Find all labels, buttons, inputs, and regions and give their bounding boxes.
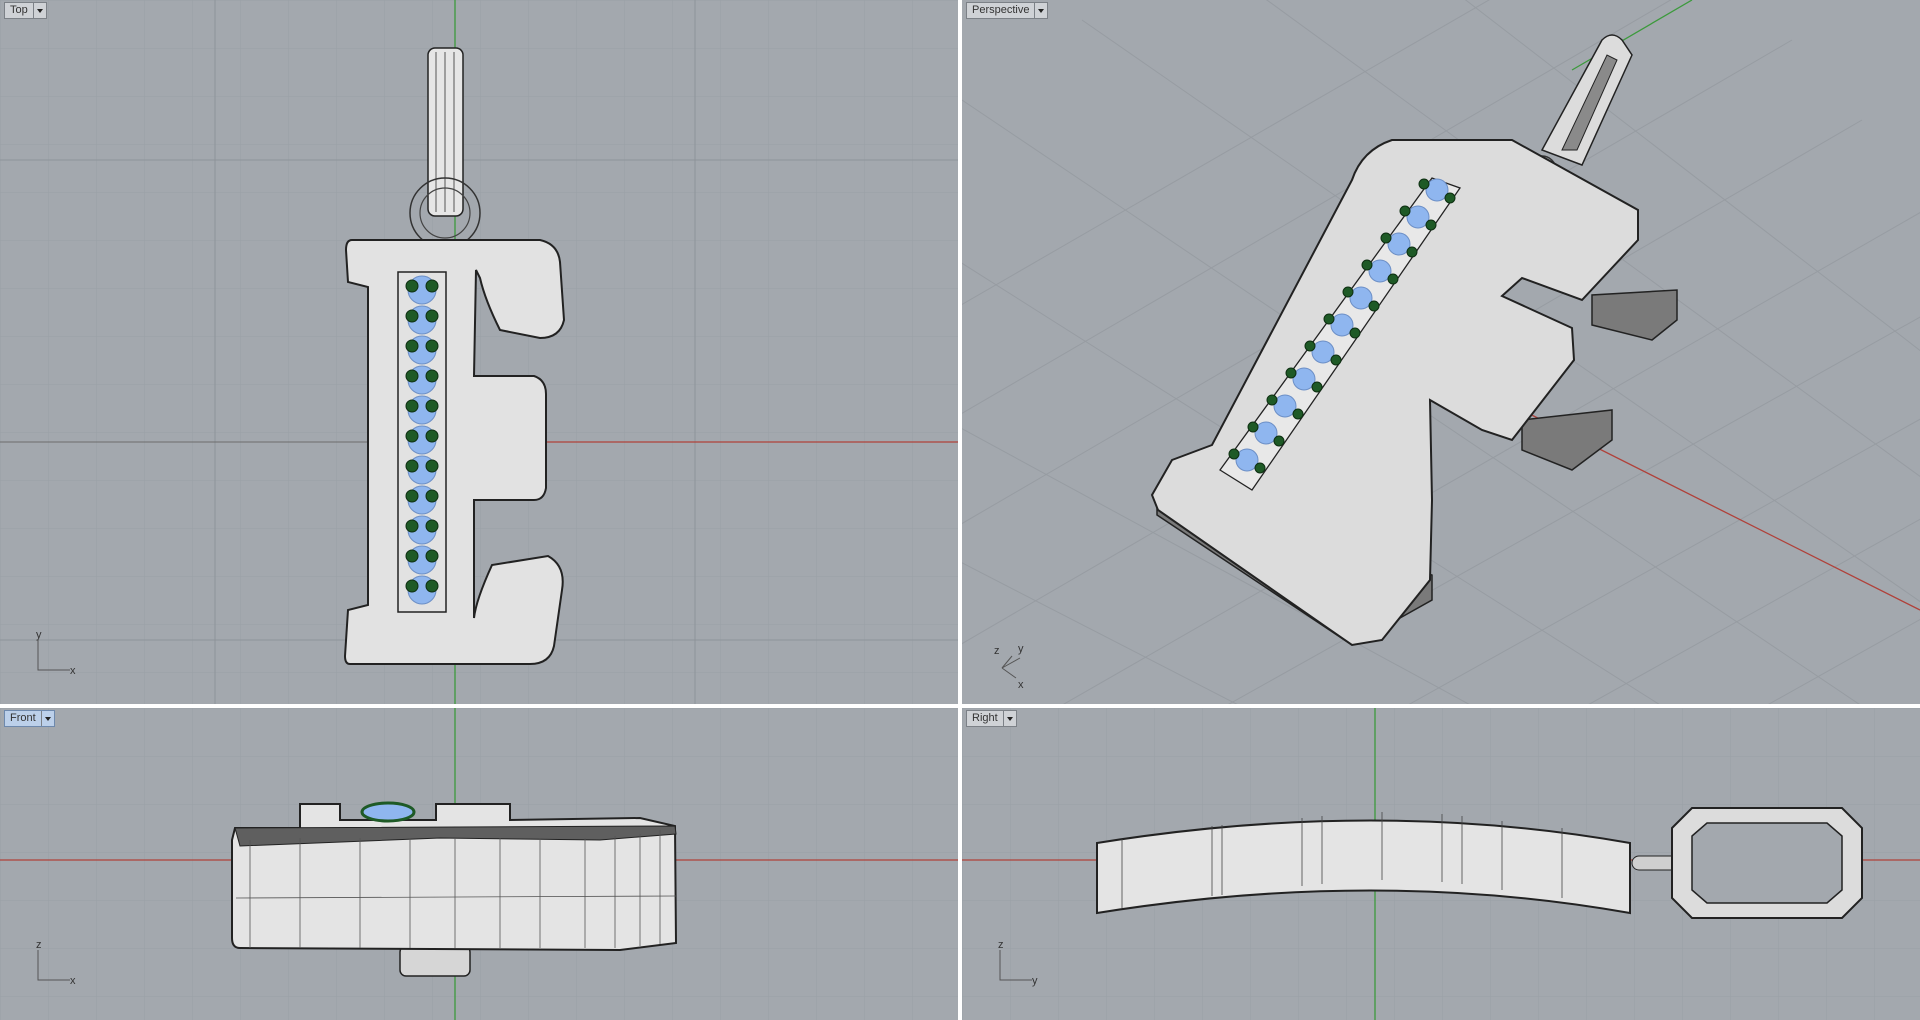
prong <box>425 579 439 593</box>
gem-front <box>360 801 416 823</box>
prong <box>1228 448 1240 460</box>
prong <box>1349 327 1361 339</box>
prong <box>1330 354 1342 366</box>
viewport-grid: Top y x Perspective z y x Front z x Righ… <box>0 0 1920 1020</box>
prong <box>1266 394 1278 406</box>
viewport-tab-right[interactable]: Right <box>966 710 1017 727</box>
prong <box>405 369 419 383</box>
viewport-perspective[interactable]: Perspective z y x <box>962 0 1920 704</box>
top-canvas[interactable] <box>0 0 958 704</box>
y-axis-line <box>1571 0 1693 71</box>
svg-text:x: x <box>1018 679 1024 690</box>
prong <box>1380 232 1392 244</box>
prong <box>1399 205 1411 217</box>
front-canvas[interactable] <box>0 708 958 1020</box>
viewport-menu-dropdown-icon[interactable] <box>1002 711 1016 726</box>
prong <box>1304 340 1316 352</box>
prong <box>1311 381 1323 393</box>
axis-triad-icon: z y <box>998 940 1038 987</box>
svg-text:z: z <box>994 645 1000 657</box>
prong <box>1254 462 1266 474</box>
viewport-label: Top <box>10 4 28 16</box>
letter-e-top <box>343 239 566 665</box>
viewport-label: Right <box>972 712 998 724</box>
prong <box>1285 367 1297 379</box>
axis-triad-icon: z x <box>36 940 76 987</box>
viewport-tab-perspective[interactable]: Perspective <box>966 2 1049 19</box>
prong <box>425 369 439 383</box>
viewport-top[interactable]: Top y x <box>0 0 958 704</box>
viewport-right[interactable]: Right z y <box>962 708 1920 1020</box>
prong <box>425 489 439 503</box>
svg-text:y: y <box>1018 643 1024 655</box>
prong <box>405 489 419 503</box>
prong <box>1418 178 1430 190</box>
viewport-front[interactable]: Front z x <box>0 708 958 1020</box>
prong <box>1247 421 1259 433</box>
perspective-canvas[interactable] <box>962 0 1920 704</box>
prong <box>425 549 439 563</box>
prong <box>425 519 439 533</box>
prong <box>1361 259 1373 271</box>
svg-text:z: z <box>36 940 42 951</box>
prong <box>405 279 419 293</box>
prong <box>1292 408 1304 420</box>
axis-triad-icon: y x <box>36 630 76 677</box>
prong <box>1387 273 1399 285</box>
prong <box>405 309 419 323</box>
viewport-menu-dropdown-icon[interactable] <box>1034 3 1047 18</box>
prong <box>1342 286 1354 298</box>
prong <box>405 579 419 593</box>
prong <box>405 459 419 473</box>
prong <box>1368 300 1380 312</box>
viewport-menu-dropdown-icon[interactable] <box>32 3 46 18</box>
gem-row-top <box>405 275 439 605</box>
prong <box>405 549 419 563</box>
prong <box>405 429 419 443</box>
prong <box>1425 219 1437 231</box>
right-canvas[interactable] <box>962 708 1920 1020</box>
viewport-label: Front <box>10 712 36 724</box>
prong <box>405 339 419 353</box>
prong <box>425 399 439 413</box>
prong <box>405 519 419 533</box>
viewport-label: Perspective <box>972 4 1030 16</box>
prong <box>1273 435 1285 447</box>
prong <box>1406 246 1418 258</box>
prong <box>425 279 439 293</box>
prong <box>1444 192 1456 204</box>
prong <box>425 339 439 353</box>
svg-text:y: y <box>1032 975 1038 987</box>
svg-text:x: x <box>70 975 76 987</box>
prong <box>405 399 419 413</box>
prong <box>425 309 439 323</box>
viewport-menu-dropdown-icon[interactable] <box>40 711 54 726</box>
bail-front <box>399 945 471 977</box>
bail-right-hole <box>1691 822 1843 904</box>
prong <box>425 429 439 443</box>
viewport-tab-top[interactable]: Top <box>4 2 47 19</box>
svg-text:x: x <box>70 665 76 677</box>
axis-triad-icon: z y x <box>994 643 1024 690</box>
prong <box>425 459 439 473</box>
svg-text:y: y <box>36 630 42 641</box>
viewport-tab-front[interactable]: Front <box>4 710 55 727</box>
svg-text:z: z <box>998 940 1004 951</box>
letter-e-perspective <box>1150 139 1639 647</box>
prong <box>1323 313 1335 325</box>
